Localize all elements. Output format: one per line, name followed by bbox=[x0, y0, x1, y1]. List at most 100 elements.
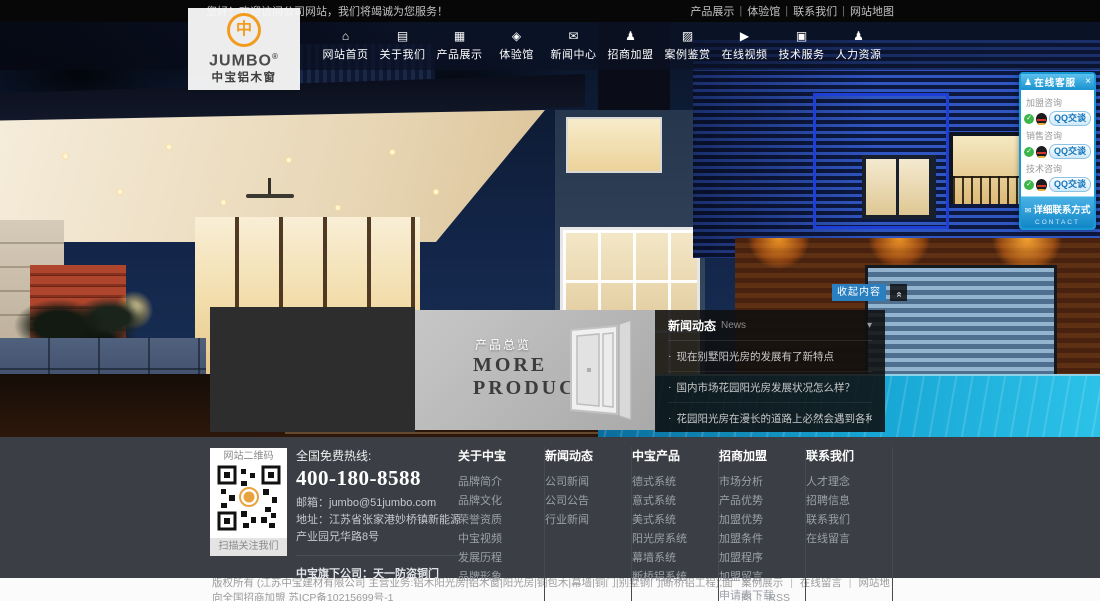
qq-chat-button[interactable]: QQ交谈 bbox=[1049, 144, 1091, 159]
nav-item-news[interactable]: ✉新闻中心 bbox=[545, 22, 602, 70]
footer-link[interactable]: 德式系统 bbox=[632, 473, 718, 492]
footer-link[interactable]: 中宝视频 bbox=[458, 530, 544, 549]
nav-item-cases[interactable]: ▨案例鉴赏 bbox=[659, 22, 716, 70]
footer-link[interactable]: 公司新闻 bbox=[545, 473, 631, 492]
news-item-text: 花园阳光房在漫长的道路上必然会遇到各种挑战 bbox=[677, 411, 873, 426]
selection-rectangle bbox=[813, 93, 949, 229]
qq-chat-button[interactable]: QQ交谈 bbox=[1049, 111, 1091, 126]
brand-name: JUMBO® bbox=[188, 49, 300, 68]
nav-item-hr[interactable]: ♟人力资源 bbox=[830, 22, 887, 70]
collapse-content-button[interactable]: 收起内容 bbox=[832, 284, 886, 301]
footer-col-contact: 联系我们 人才理念 招聘信息 联系我们 在线留言 bbox=[806, 447, 893, 601]
footer-link[interactable]: 加盟优势 bbox=[719, 511, 805, 530]
news-item[interactable]: ·国内市场花园阳光房发展状况怎么样？ bbox=[668, 372, 872, 403]
online-service-panel: ♟ 在线客服 × 加盟咨询 ✓ QQ交谈 销售咨询 ✓ QQ交谈 技术咨询 bbox=[1019, 72, 1096, 230]
footer: 网站二维码 扫描关注我们 全国免费热线: bbox=[0, 437, 1100, 578]
topbar-link-contact[interactable]: 联系我们 bbox=[793, 3, 837, 19]
footer-link[interactable]: 加盟留言 bbox=[719, 568, 805, 587]
nav-items: ⌂网站首页 ▤关于我们 ▦产品展示 ◈体验馆 ✉新闻中心 ♟招商加盟 ▨案例鉴赏… bbox=[317, 22, 887, 70]
jumbo-homepage: 您好！欢迎访问公司网站，我们将竭诚为您服务！ 产品展示 | 体验馆 | 联系我们… bbox=[0, 0, 1100, 601]
play-icon: ▶ bbox=[716, 29, 773, 43]
close-icon[interactable]: × bbox=[1085, 74, 1091, 90]
topbar-link-experience[interactable]: 体验馆 bbox=[747, 3, 780, 19]
footer-link[interactable]: 人才理念 bbox=[806, 473, 892, 492]
nav-item-experience[interactable]: ◈体验馆 bbox=[488, 22, 545, 70]
nav-item-home[interactable]: ⌂网站首页 bbox=[317, 22, 374, 70]
qr-title: 网站二维码 bbox=[210, 448, 287, 465]
shield-icon: ◈ bbox=[488, 29, 545, 43]
footer-link[interactable]: 荣誉资质 bbox=[458, 511, 544, 530]
topbar-links: 产品展示 | 体验馆 | 联系我们 | 网站地图 bbox=[690, 3, 894, 19]
topbar-link-sitemap[interactable]: 网站地图 bbox=[850, 3, 894, 19]
news-item[interactable]: · 花园阳光房在漫长的道路上必然会遇到各种挑战 bbox=[668, 403, 872, 433]
news-item-text: 国内市场花园阳光房发展状况怎么样？ bbox=[677, 380, 856, 395]
topbar-link-products[interactable]: 产品展示 bbox=[690, 3, 734, 19]
products-tag: 产品总览 bbox=[475, 336, 531, 353]
more-products-title-line1: MORE bbox=[473, 354, 547, 377]
footer-col-join: 招商加盟 市场分析 产品优势 加盟优势 加盟条件 加盟程序 加盟留言 申请表下载 bbox=[719, 447, 806, 601]
book-icon: ▤ bbox=[374, 29, 431, 43]
more-products-panel[interactable]: 产品总览 MORE PRODUCTS bbox=[415, 310, 655, 430]
separator: | bbox=[785, 5, 788, 17]
chevron-down-icon[interactable]: ▾ bbox=[867, 320, 872, 331]
footer-link[interactable]: 幕墙系统 bbox=[632, 549, 718, 568]
brand-chinese-name: 中宝铝木窗 bbox=[188, 69, 300, 85]
footer-link[interactable]: 行业新闻 bbox=[545, 511, 631, 530]
footer-link[interactable]: 断桥铝系统 bbox=[632, 568, 718, 587]
bullet: · bbox=[668, 412, 672, 424]
online-service-body: 加盟咨询 ✓ QQ交谈 销售咨询 ✓ QQ交谈 技术咨询 ✓ QQ交谈 bbox=[1021, 90, 1094, 196]
footer-link[interactable]: 公司公告 bbox=[545, 492, 631, 511]
contact-detail-button[interactable]: ✉详细联系方式 CONTACT bbox=[1021, 196, 1094, 228]
site-logo[interactable]: 中 JUMBO® 中宝铝木窗 bbox=[188, 8, 300, 90]
qq-row: ✓ QQ交谈 bbox=[1024, 177, 1091, 192]
online-service-title: 在线客服 bbox=[1034, 75, 1076, 89]
footer-link[interactable]: 品牌简介 bbox=[458, 473, 544, 492]
footer-link[interactable]: 品牌形象 bbox=[458, 568, 544, 587]
person-icon: ♟ bbox=[1024, 77, 1032, 88]
nav-item-about[interactable]: ▤关于我们 bbox=[374, 22, 431, 70]
footer-link[interactable]: 市场分析 bbox=[719, 473, 805, 492]
bullet: · bbox=[668, 350, 672, 362]
news-item-text: 现在别墅阳光房的发展有了新特点 bbox=[677, 349, 835, 364]
footer-link[interactable]: 意式系统 bbox=[632, 492, 718, 511]
footer-link[interactable]: 在线留言 bbox=[806, 530, 892, 549]
footer-columns: 关于中宝 品牌简介 品牌文化 荣誉资质 中宝视频 发展历程 品牌形象 新闻动态 … bbox=[458, 447, 893, 601]
footer-link[interactable]: 品牌文化 bbox=[458, 492, 544, 511]
footer-col-news: 新闻动态 公司新闻 公司公告 行业新闻 bbox=[545, 447, 632, 601]
footer-col-about: 关于中宝 品牌简介 品牌文化 荣誉资质 中宝视频 发展历程 品牌形象 bbox=[458, 447, 545, 601]
footer-link[interactable]: 申请表下载 bbox=[719, 587, 805, 601]
qq-group-label: 加盟咨询 bbox=[1026, 96, 1091, 109]
nav-item-video[interactable]: ▶在线视频 bbox=[716, 22, 773, 70]
qq-penguin-icon bbox=[1036, 146, 1047, 158]
footer-link[interactable]: 阳光房系统 bbox=[632, 530, 718, 549]
nav-item-service[interactable]: ▣技术服务 bbox=[773, 22, 830, 70]
qr-caption: 扫描关注我们 bbox=[210, 538, 287, 556]
news-item[interactable]: · 现在别墅阳光房的发展有了新特点 bbox=[668, 341, 872, 372]
footer-link[interactable]: 发展历程 bbox=[458, 549, 544, 568]
footer-link[interactable]: 加盟条件 bbox=[719, 530, 805, 549]
footer-contact: 全国免费热线: 400-180-8588 邮箱：jumbo@51jumbo.co… bbox=[296, 447, 464, 581]
contact-detail-subtitle: CONTACT bbox=[1021, 219, 1094, 226]
check-icon: ✓ bbox=[1024, 147, 1034, 157]
footer-col-products: 中宝产品 德式系统 意式系统 美式系统 阳光房系统 幕墙系统 断桥铝系统 bbox=[632, 447, 719, 601]
nav-item-join[interactable]: ♟招商加盟 bbox=[602, 22, 659, 70]
person-icon: ♟ bbox=[830, 29, 887, 43]
check-icon: ✓ bbox=[1024, 114, 1034, 124]
footer-link[interactable]: 招聘信息 bbox=[806, 492, 892, 511]
nav-item-products[interactable]: ▦产品展示 bbox=[431, 22, 488, 70]
footer-link[interactable]: 加盟程序 bbox=[719, 549, 805, 568]
qq-row: ✓ QQ交谈 bbox=[1024, 111, 1091, 126]
footer-link[interactable]: 联系我们 bbox=[806, 511, 892, 530]
collapse-toggle[interactable]: « bbox=[890, 284, 907, 301]
footer-address: 地址：江苏省张家港妙桥镇新能源产业园兄华路8号 bbox=[296, 512, 464, 546]
registered-mark: ® bbox=[272, 52, 279, 61]
separator: | bbox=[842, 5, 845, 17]
news-subtitle: News bbox=[721, 320, 746, 331]
qq-chat-button[interactable]: QQ交谈 bbox=[1049, 177, 1091, 192]
hotline-label: 全国免费热线: bbox=[296, 447, 464, 464]
footer-link[interactable]: 产品优势 bbox=[719, 492, 805, 511]
footer-link[interactable]: 美式系统 bbox=[632, 511, 718, 530]
photo-icon: ▨ bbox=[659, 29, 716, 43]
subsidiary-line: 中宝旗下公司：天一防盗铜门 bbox=[296, 555, 464, 581]
content-placeholder-panel bbox=[210, 307, 415, 432]
